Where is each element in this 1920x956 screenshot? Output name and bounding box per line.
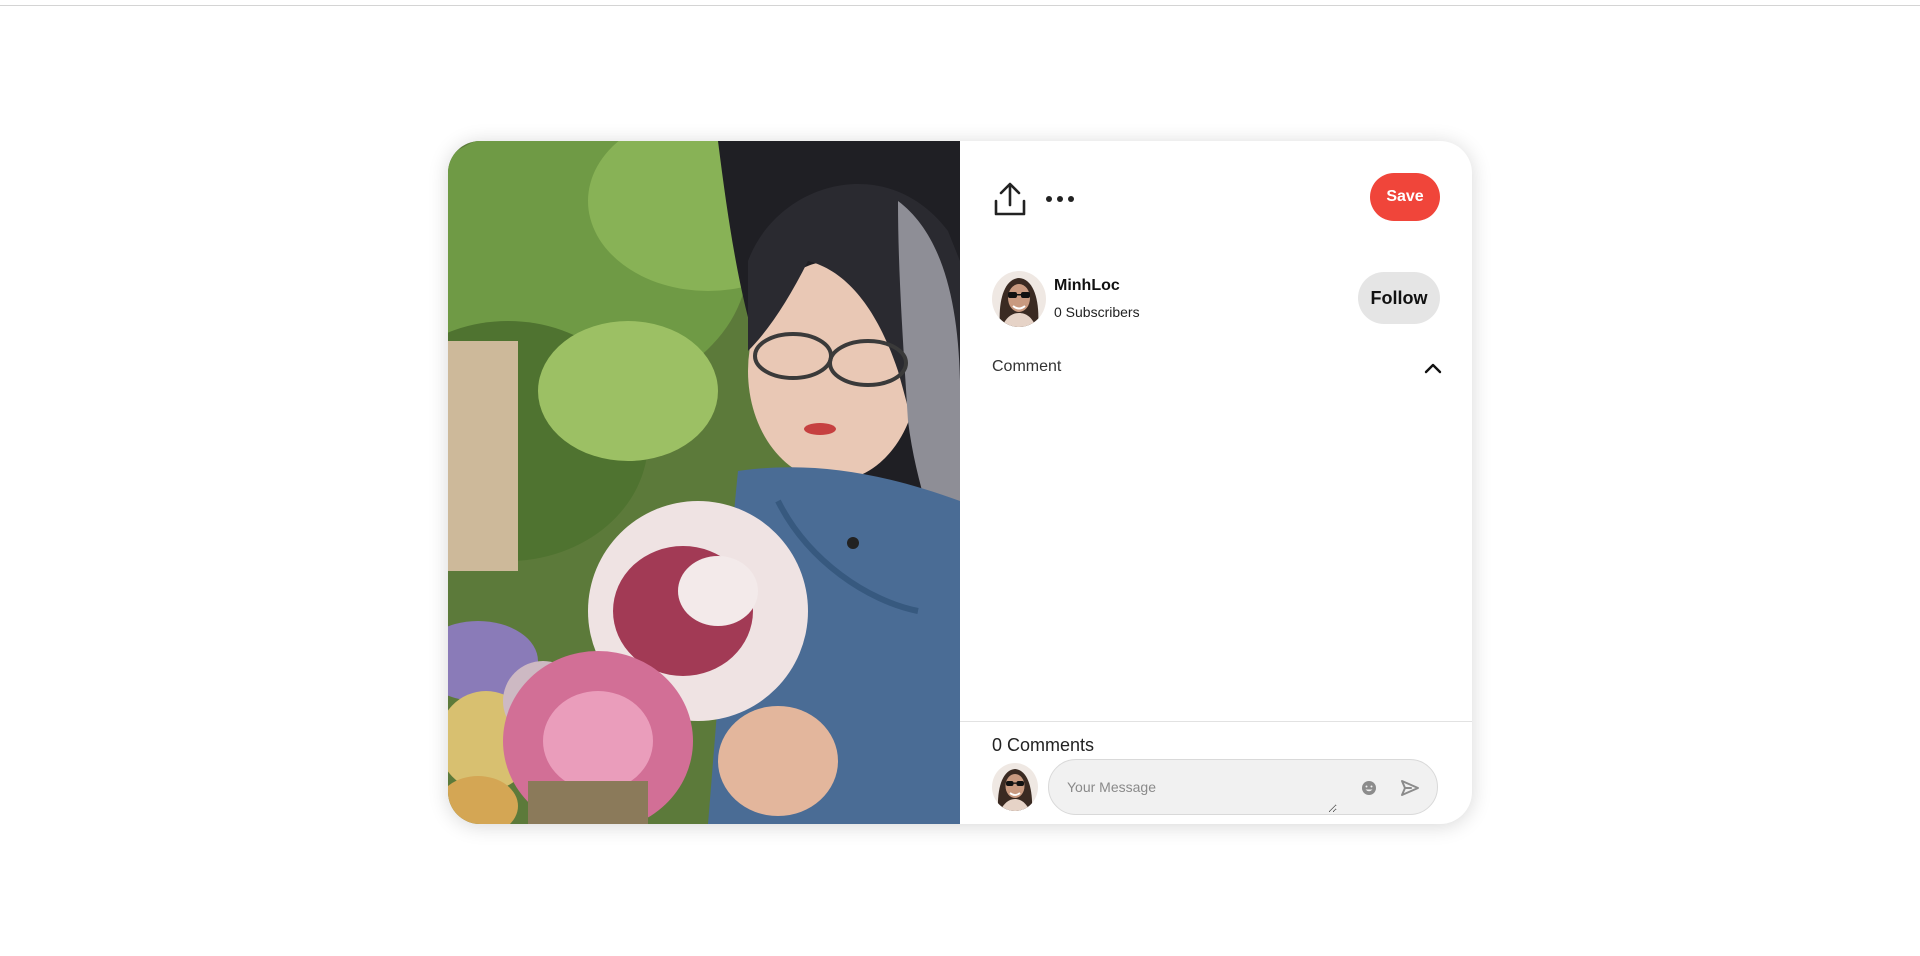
current-user-avatar <box>992 763 1038 811</box>
more-dots-icon[interactable] <box>1040 179 1080 219</box>
chevron-up-icon <box>1424 363 1442 374</box>
pin-details-panel: Save MinhLoc 0 Subscribers Follow Commen… <box>960 141 1472 824</box>
save-button[interactable]: Save <box>1370 173 1440 221</box>
share-upload-icon[interactable] <box>988 177 1032 221</box>
top-divider <box>0 5 1920 6</box>
send-icon[interactable] <box>1399 777 1421 799</box>
comment-count: 0 Comments <box>992 735 1095 755</box>
pin-image[interactable] <box>448 141 960 824</box>
comments-divider <box>960 721 1472 722</box>
comment-section-toggle[interactable]: Comment <box>984 353 1444 383</box>
pin-card: Save MinhLoc 0 Subscribers Follow Commen… <box>448 141 1472 824</box>
subscriber-count: 0 Subscribers <box>1054 304 1140 320</box>
author-name[interactable]: MinhLoc <box>1054 277 1120 295</box>
follow-button[interactable]: Follow <box>1358 272 1440 324</box>
author-avatar[interactable] <box>992 271 1046 327</box>
comment-section-label: Comment <box>992 358 1062 375</box>
comment-message-input[interactable] <box>1067 771 1337 813</box>
emoji-icon[interactable] <box>1359 778 1379 798</box>
pin-photo <box>448 141 960 824</box>
comment-input-box <box>1048 759 1438 815</box>
